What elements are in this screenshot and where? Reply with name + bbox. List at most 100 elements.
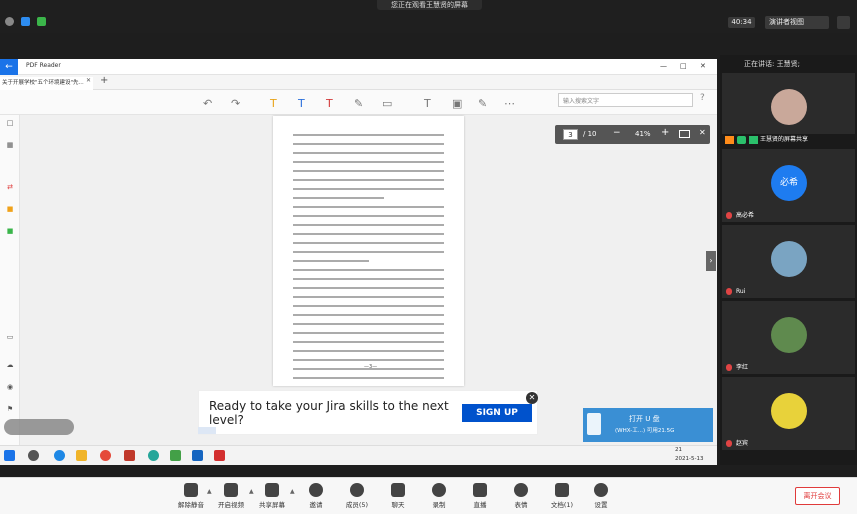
mic-muted-icon xyxy=(726,288,732,295)
help-icon[interactable]: ? xyxy=(700,93,705,103)
start-video-button[interactable]: 开启视频 xyxy=(210,483,252,513)
explorer-icon[interactable] xyxy=(76,450,87,461)
signature-icon[interactable]: ✎ xyxy=(478,97,487,110)
grid-icon[interactable]: ▦ xyxy=(4,141,16,151)
screen-share-icon xyxy=(725,136,734,144)
pdf-page xyxy=(273,116,464,386)
pdf-toolbar: ↶ ↷ T T T ✎ ▭ T ▣ ✎ ⋯ 输入搜索文字 ? xyxy=(0,90,717,115)
mic-muted-icon xyxy=(726,212,732,219)
undo-icon[interactable]: ↶ xyxy=(203,97,212,110)
share-screen-button[interactable]: 共享屏幕 xyxy=(251,483,293,513)
eye-icon[interactable]: ◉ xyxy=(4,383,16,393)
apps-icon[interactable]: ■ xyxy=(4,227,16,237)
fullscreen-icon[interactable] xyxy=(837,16,850,29)
speaker-view-button[interactable]: 演讲者视图 xyxy=(765,16,829,29)
fit-page-icon[interactable] xyxy=(679,130,690,138)
chevron-right-icon[interactable]: › xyxy=(706,251,716,271)
tab-close-icon[interactable]: ✕ xyxy=(86,77,91,84)
pen-icon[interactable]: ✎ xyxy=(354,97,363,110)
download-icon xyxy=(749,136,758,144)
underline-icon[interactable]: T xyxy=(298,97,305,110)
edge-icon[interactable] xyxy=(54,450,65,461)
zoom-out-icon[interactable]: − xyxy=(613,128,621,138)
sync-icon[interactable]: ⇄ xyxy=(4,183,16,193)
invite-button[interactable]: 邀请 xyxy=(295,483,337,513)
info-icon[interactable] xyxy=(5,17,14,26)
avatar xyxy=(771,393,807,429)
left-rail: □ ▦ ⇄ ■ ■ ▭ ☁ ◉ ⚑ xyxy=(0,115,20,465)
back-arrow-icon[interactable]: ← xyxy=(0,59,18,75)
app-icon[interactable] xyxy=(192,450,203,461)
bookmark-icon[interactable]: □ xyxy=(4,119,16,129)
shield-icon[interactable] xyxy=(21,17,30,26)
shared-screen: ← PDF Reader — □ ✕ 关于开展学校"五个环境建设"先... ✕ … xyxy=(0,59,717,465)
signal-icon[interactable] xyxy=(37,17,46,26)
sign-up-button[interactable]: SIGN UP xyxy=(462,404,532,422)
more-icon[interactable]: ⋯ xyxy=(504,97,515,110)
floating-toolbar[interactable] xyxy=(4,419,74,435)
mic-icon xyxy=(737,136,746,144)
windows-start-icon[interactable] xyxy=(4,450,15,461)
leave-meeting-button[interactable]: 离开会议 xyxy=(795,487,840,505)
usb-title: 打开 U 盘 xyxy=(629,415,660,423)
chat-icon xyxy=(391,483,405,497)
page-number-input[interactable]: 3 xyxy=(563,129,578,140)
participant-name: 高必希 xyxy=(736,212,755,219)
close-icon[interactable]: ✕ xyxy=(700,62,706,70)
participant-tile[interactable]: 赵宾 xyxy=(722,377,855,450)
flag-icon[interactable]: ⚑ xyxy=(4,405,16,415)
participant-tile[interactable]: 李红 xyxy=(722,301,855,374)
taskbar-date: 2021-5-13 xyxy=(675,456,704,462)
participant-tile[interactable]: Rui xyxy=(722,225,855,298)
reactions-button[interactable]: 表情 xyxy=(500,483,542,513)
usb-popup[interactable]: 打开 U 盘 (WHX-工...) 可用21.5G xyxy=(583,408,713,442)
redo-icon[interactable]: ↷ xyxy=(231,97,240,110)
folder-icon[interactable]: ■ xyxy=(4,205,16,215)
usb-subtitle: (WHX-工...) 可用21.5G xyxy=(615,428,675,434)
add-tab-icon[interactable]: + xyxy=(100,75,108,86)
participant-tile[interactable]: 王慧贤的屏幕共享 xyxy=(722,73,855,146)
app-icon[interactable] xyxy=(28,450,39,461)
document-tab[interactable]: 关于开展学校"五个环境建设"先... xyxy=(0,77,93,90)
browser-icon[interactable] xyxy=(100,450,111,461)
zoom-in-icon[interactable]: + xyxy=(661,127,669,138)
meeting-top-bar: 您正在观看王慧贤的屏幕 40:34 演讲者视图 xyxy=(0,0,857,33)
app-icon[interactable] xyxy=(148,450,159,461)
meeting-timer: 40:34 xyxy=(728,17,755,28)
page-total: / 10 xyxy=(583,130,597,138)
strikethrough-icon[interactable]: T xyxy=(326,97,333,110)
page-navigator: 3 / 10 − 41% + ✕ xyxy=(555,125,710,144)
minimize-icon[interactable]: — xyxy=(660,62,667,70)
search-input[interactable]: 输入搜索文字 xyxy=(558,93,693,107)
sharing-banner: 您正在观看王慧贤的屏幕 xyxy=(377,0,482,10)
close-icon[interactable]: ✕ xyxy=(526,392,538,404)
docs-button[interactable]: 文档(1) xyxy=(541,483,583,513)
chevron-up-icon[interactable]: ▲ xyxy=(290,488,295,495)
live-icon xyxy=(473,483,487,497)
eraser-icon[interactable]: ▭ xyxy=(382,97,392,110)
app-icon[interactable] xyxy=(170,450,181,461)
members-icon xyxy=(350,483,364,497)
close-icon[interactable]: ✕ xyxy=(699,128,706,137)
participant-name: Rui xyxy=(736,288,746,295)
avatar xyxy=(771,317,807,353)
settings-button[interactable]: 设置 xyxy=(580,483,622,513)
app-icon[interactable] xyxy=(124,450,135,461)
invite-icon xyxy=(309,483,323,497)
chat-button[interactable]: 聊天 xyxy=(377,483,419,513)
highlight-icon[interactable]: T xyxy=(270,97,277,110)
comment-icon[interactable]: ▭ xyxy=(4,333,16,343)
members-button[interactable]: 成员(5) xyxy=(336,483,378,513)
cloud-icon[interactable]: ☁ xyxy=(4,361,16,371)
record-button[interactable]: 录制 xyxy=(418,483,460,513)
pdf-app-icon[interactable] xyxy=(214,450,225,461)
zoom-level[interactable]: 41% xyxy=(635,129,651,140)
mic-muted-icon xyxy=(726,440,732,447)
maximize-icon[interactable]: □ xyxy=(680,62,687,70)
live-button[interactable]: 直播 xyxy=(459,483,501,513)
text-tool-icon[interactable]: T xyxy=(424,97,431,110)
unmute-button[interactable]: 解除静音 xyxy=(170,483,212,513)
participant-tile[interactable]: 必希 高必希 xyxy=(722,149,855,222)
record-icon xyxy=(432,483,446,497)
stamp-icon[interactable]: ▣ xyxy=(452,97,462,110)
